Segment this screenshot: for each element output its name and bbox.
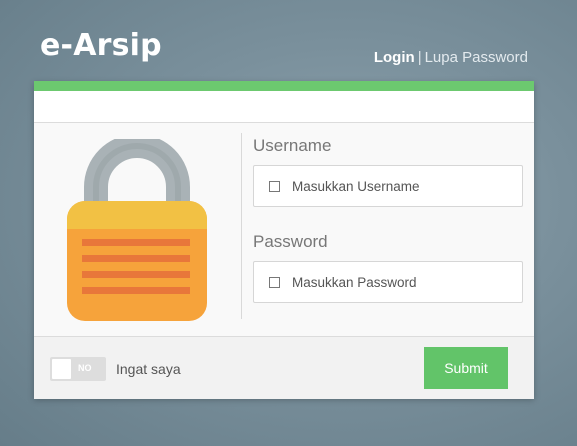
password-label: Password: [253, 232, 328, 251]
username-label: Username: [253, 136, 332, 155]
username-field[interactable]: Masukkan Username: [253, 165, 523, 207]
top-nav: Login | Lupa Password: [374, 49, 528, 66]
card-accent-bar: [34, 81, 534, 91]
card-body: Username Masukkan Username Password Masu…: [34, 123, 534, 337]
card-header: [34, 91, 534, 123]
password-field[interactable]: Masukkan Password: [253, 261, 523, 303]
nav-forgot-password-link[interactable]: Lupa Password: [425, 49, 528, 66]
password-field-icon: [269, 276, 280, 288]
app-logo-title: e-Arsip: [40, 28, 162, 63]
toggle-knob: [52, 359, 71, 379]
submit-button[interactable]: Submit: [424, 347, 508, 389]
card-footer: NO Ingat saya Submit: [34, 337, 534, 399]
login-card: Username Masukkan Username Password Masu…: [34, 81, 534, 399]
vertical-divider: [241, 133, 242, 319]
toggle-state-label: NO: [78, 363, 92, 373]
password-placeholder: Masukkan Password: [292, 274, 417, 290]
remember-me-toggle[interactable]: NO: [50, 357, 106, 381]
username-placeholder: Masukkan Username: [292, 178, 420, 194]
username-field-icon: [269, 180, 280, 192]
nav-separator: |: [417, 49, 422, 66]
padlock-icon: [67, 139, 207, 321]
remember-me-label: Ingat saya: [116, 361, 181, 377]
nav-login-link[interactable]: Login: [374, 49, 415, 66]
